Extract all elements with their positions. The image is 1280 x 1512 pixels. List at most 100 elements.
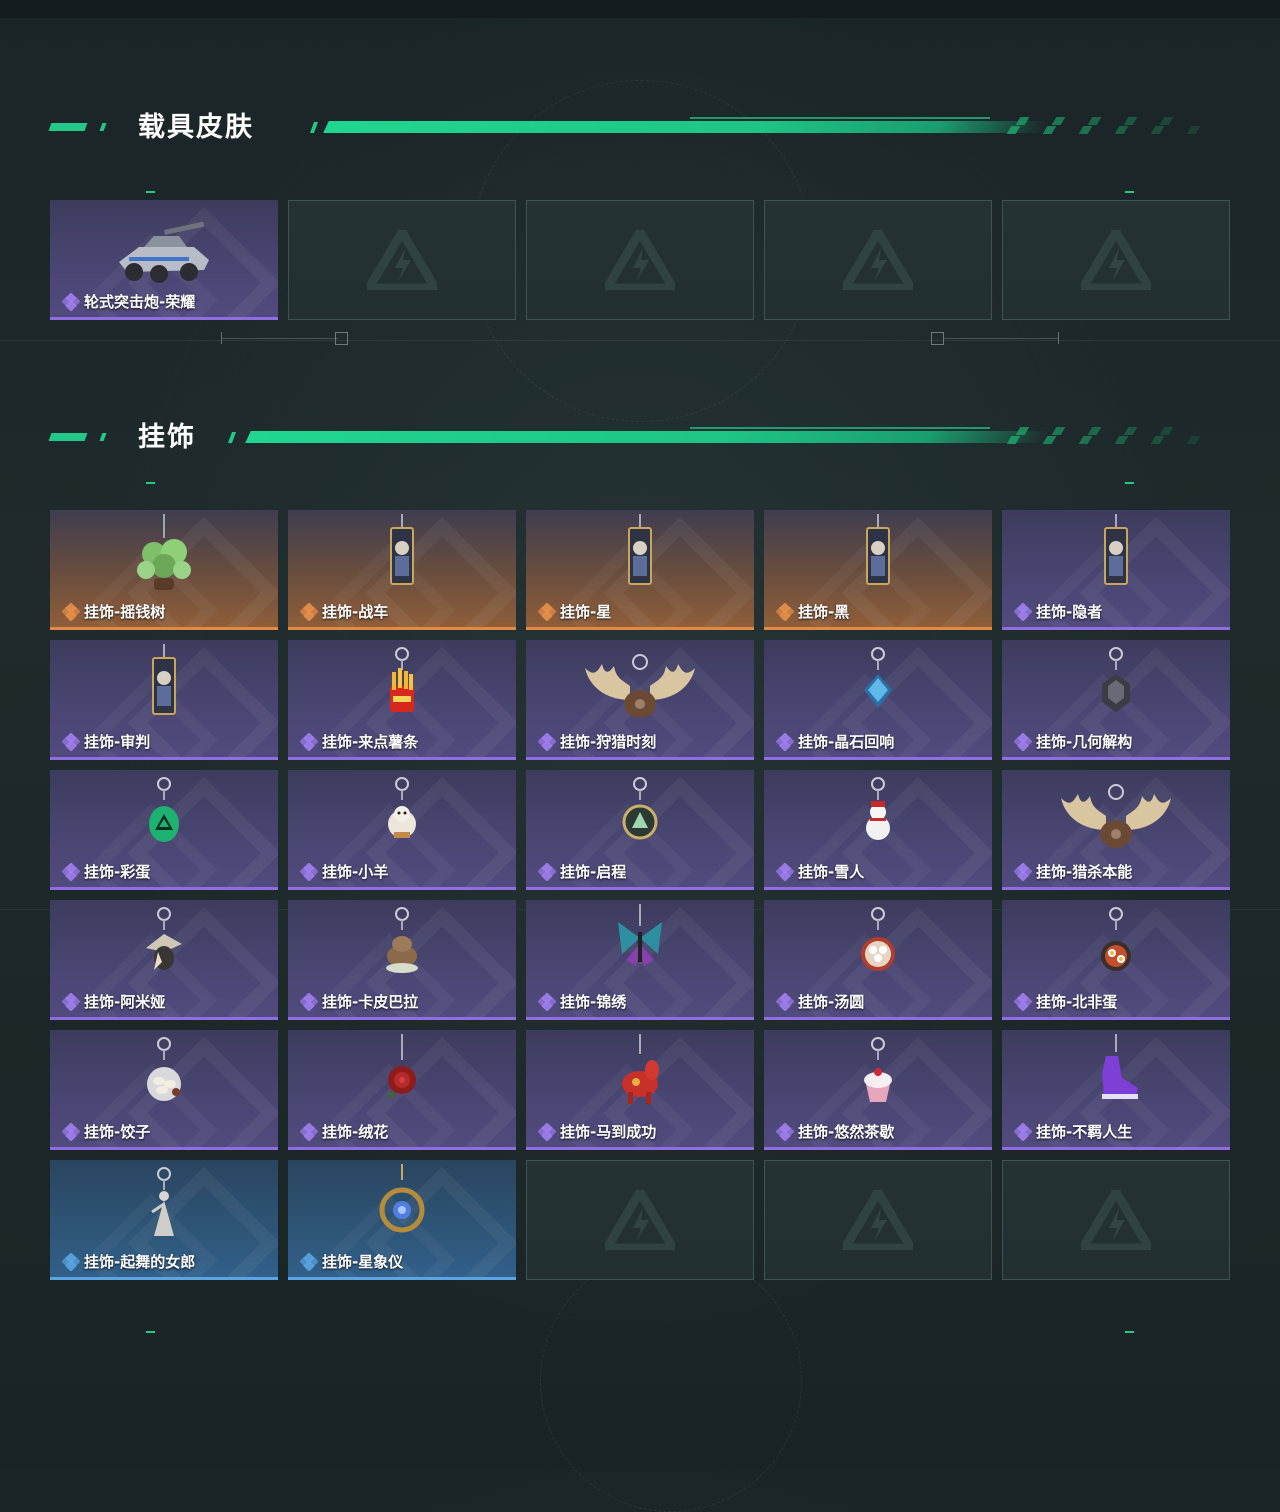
- item-name: 挂饰-马到成功: [560, 1123, 657, 1141]
- item-name: 挂饰-晶石回响: [798, 733, 895, 751]
- corner-mark: [146, 191, 155, 193]
- item-name: 挂饰-汤圆: [798, 993, 865, 1011]
- dancer-icon: [151, 1167, 174, 1236]
- item-card[interactable]: 挂饰-卡皮巴拉: [288, 900, 516, 1020]
- rarity-diamond-icon: [776, 1122, 794, 1141]
- card-charm-icon: [628, 514, 652, 585]
- corner-mark: [1125, 1331, 1134, 1333]
- header-thin-line: [690, 427, 990, 429]
- rarity-diamond-icon: [300, 1122, 318, 1141]
- placeholder-logo-icon: [843, 1190, 913, 1250]
- item-card[interactable]: 挂饰-锦绣: [526, 900, 754, 1020]
- rarity-diamond-icon: [62, 992, 80, 1011]
- header-accent-bar: [48, 123, 88, 131]
- money-tree-icon: [137, 514, 191, 590]
- item-name: 挂饰-饺子: [84, 1123, 151, 1141]
- item-card[interactable]: 挂饰-北非蛋: [1002, 900, 1230, 1020]
- item-card[interactable]: 挂饰-小羊: [288, 770, 516, 890]
- item-label: 挂饰-狩猎时刻: [538, 731, 656, 752]
- item-card[interactable]: 挂饰-晶石回响: [764, 640, 992, 760]
- card-charm-icon: [152, 644, 176, 715]
- empty-slot: [764, 1160, 992, 1280]
- item-name: 挂饰-审判: [84, 733, 151, 751]
- rarity-diamond-icon: [62, 602, 80, 621]
- item-card[interactable]: 挂饰-星: [526, 510, 754, 630]
- item-card[interactable]: 挂饰-马到成功: [526, 1030, 754, 1150]
- item-label: 挂饰-战车: [300, 601, 388, 622]
- item-label: 挂饰-绒花: [300, 1121, 388, 1142]
- item-label: 挂饰-来点薯条: [300, 731, 418, 752]
- item-card[interactable]: 挂饰-绒花: [288, 1030, 516, 1150]
- item-card[interactable]: 挂饰-雪人: [764, 770, 992, 890]
- item-card[interactable]: 挂饰-饺子: [50, 1030, 278, 1150]
- header-accent-bar: [99, 433, 107, 441]
- hud-tick: [221, 332, 222, 344]
- item-name: 挂饰-来点薯条: [322, 733, 419, 751]
- item-card[interactable]: 挂饰-战车: [288, 510, 516, 630]
- item-label: 挂饰-黑: [776, 601, 849, 622]
- item-card[interactable]: 挂饰-狩猎时刻: [526, 640, 754, 760]
- corner-mark: [146, 1331, 155, 1333]
- rarity-diamond-icon: [538, 862, 556, 881]
- item-card[interactable]: 挂饰-审判: [50, 640, 278, 760]
- bowl-icon: [861, 907, 895, 971]
- fries-icon: [390, 647, 414, 712]
- item-label: 挂饰-不羁人生: [1014, 1121, 1132, 1142]
- item-card[interactable]: 挂饰-启程: [526, 770, 754, 890]
- empty-slot: [526, 1160, 754, 1280]
- cupcake-icon: [864, 1037, 892, 1102]
- item-card[interactable]: 挂饰-彩蛋: [50, 770, 278, 890]
- empty-slot: [1002, 1160, 1230, 1280]
- item-card[interactable]: 挂饰-隐者: [1002, 510, 1230, 630]
- placeholder-logo-icon: [1081, 230, 1151, 290]
- item-card[interactable]: 挂饰-猎杀本能: [1002, 770, 1230, 890]
- placeholder-logo-icon: [367, 230, 437, 290]
- item-card[interactable]: 挂饰-来点薯条: [288, 640, 516, 760]
- item-label: 挂饰-星象仪: [300, 1251, 403, 1272]
- rarity-diamond-icon: [776, 862, 794, 881]
- item-label: 挂饰-起舞的女郎: [62, 1251, 195, 1272]
- rarity-diamond-icon: [1014, 992, 1032, 1011]
- sheep-icon: [388, 777, 416, 838]
- item-card[interactable]: 挂饰-星象仪: [288, 1160, 516, 1280]
- section-header-vehicle-skins: 载具皮肤: [48, 112, 1201, 143]
- section-title: 载具皮肤: [138, 112, 254, 143]
- item-card[interactable]: 挂饰-不羁人生: [1002, 1030, 1230, 1150]
- item-card[interactable]: 挂饰-黑: [764, 510, 992, 630]
- rarity-diamond-icon: [1014, 732, 1032, 751]
- item-label: 挂饰-小羊: [300, 861, 388, 882]
- item-card[interactable]: 轮式突击炮-荣耀: [50, 200, 278, 320]
- header-progress-line: [245, 431, 1051, 443]
- placeholder-logo-icon: [605, 1190, 675, 1250]
- item-name: 挂饰-星象仪: [322, 1253, 404, 1271]
- item-card[interactable]: 挂饰-悠然茶歇: [764, 1030, 992, 1150]
- crystal-icon: [864, 647, 892, 708]
- item-label: 挂饰-汤圆: [776, 991, 864, 1012]
- background-ring: [540, 1250, 802, 1512]
- rarity-diamond-icon: [300, 1252, 318, 1271]
- item-label: 挂饰-摇钱树: [62, 601, 165, 622]
- antlers-icon: [1061, 784, 1171, 848]
- rarity-diamond-icon: [300, 602, 318, 621]
- item-name: 挂饰-阿米娅: [84, 993, 166, 1011]
- item-card[interactable]: 挂饰-阿米娅: [50, 900, 278, 1020]
- item-name: 挂饰-战车: [322, 603, 389, 621]
- item-card[interactable]: 挂饰-摇钱树: [50, 510, 278, 630]
- item-name: 挂饰-彩蛋: [84, 863, 151, 881]
- item-name: 挂饰-隐者: [1036, 603, 1103, 621]
- empty-slot: [764, 200, 992, 320]
- capybara-icon: [386, 907, 418, 973]
- item-label: 挂饰-锦绣: [538, 991, 626, 1012]
- item-name: 挂饰-锦绣: [560, 993, 627, 1011]
- rarity-diamond-icon: [300, 732, 318, 751]
- rarity-diamond-icon: [776, 992, 794, 1011]
- item-card[interactable]: 挂饰-汤圆: [764, 900, 992, 1020]
- item-label: 挂饰-卡皮巴拉: [300, 991, 418, 1012]
- hud-square: [931, 332, 944, 345]
- top-bar: [0, 0, 1280, 18]
- item-card[interactable]: 挂饰-几何解构: [1002, 640, 1230, 760]
- rarity-diamond-icon: [300, 862, 318, 881]
- item-label: 挂饰-晶石回响: [776, 731, 894, 752]
- rarity-diamond-icon: [62, 1122, 80, 1141]
- item-card[interactable]: 挂饰-起舞的女郎: [50, 1160, 278, 1280]
